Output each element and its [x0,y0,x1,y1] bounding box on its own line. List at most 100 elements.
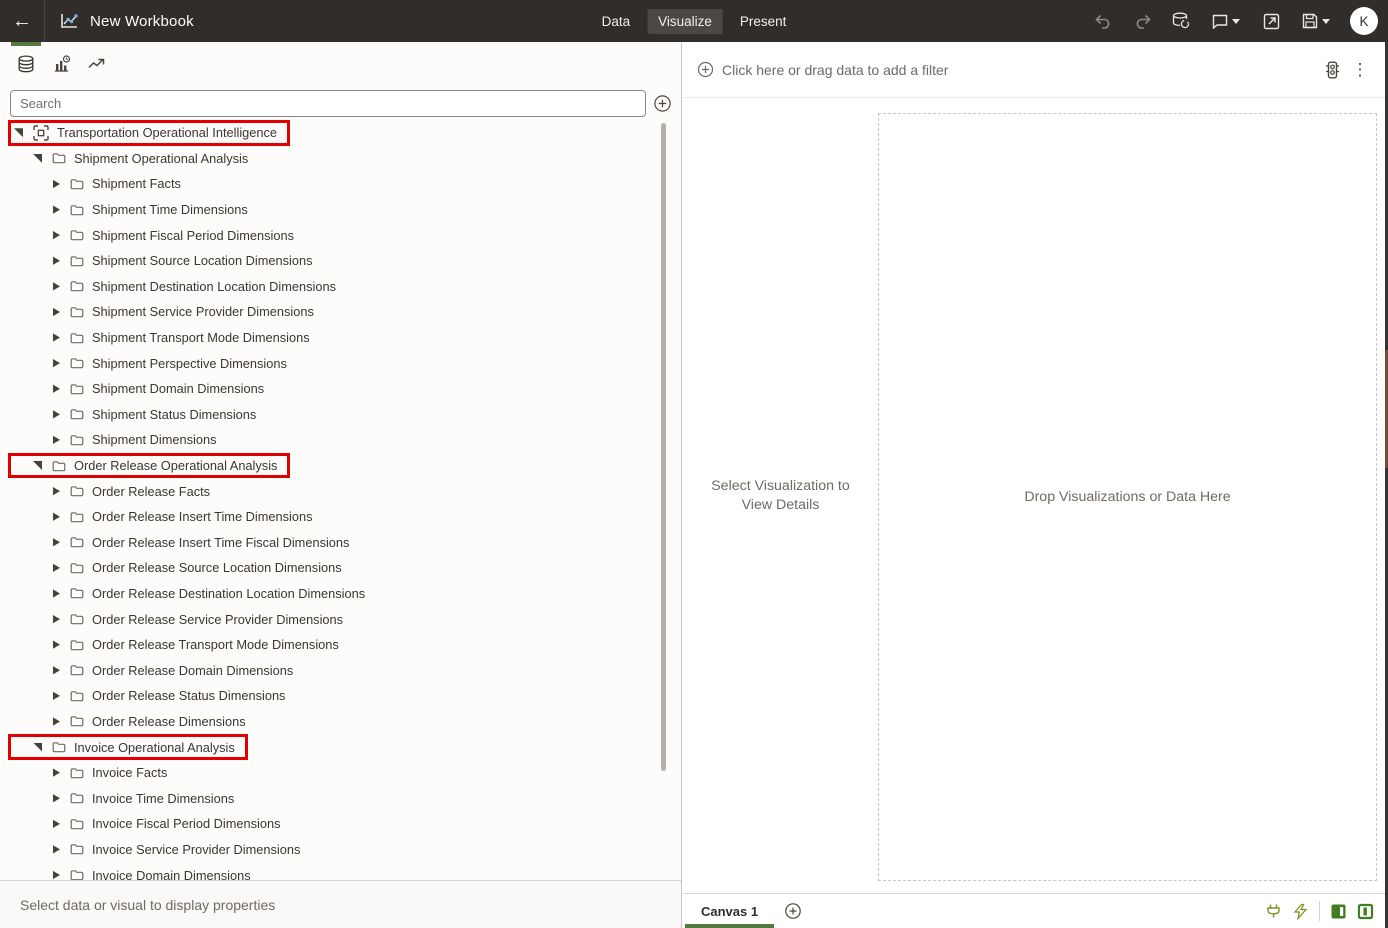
tree-row[interactable]: Order Release Dimensions [0,709,681,735]
auto-apply-bolt-icon[interactable] [1292,903,1309,920]
add-filter-button[interactable]: Click here or drag data to add a filter [697,61,948,78]
expand-toggle-icon[interactable] [52,870,60,880]
expand-toggle-icon[interactable] [52,410,60,419]
filter-prompt-text: Click here or drag data to add a filter [722,61,949,78]
status-text: Select data or visual to display propert… [20,896,276,913]
redo-icon[interactable] [1127,6,1157,36]
tree-row[interactable]: Order Release Source Location Dimensions [0,555,681,581]
tab-data-elements[interactable] [10,42,42,86]
tree-row[interactable]: Shipment Domain Dimensions [0,376,681,402]
toggle-grid-view-icon[interactable] [1330,903,1347,920]
expand-toggle-icon[interactable] [52,563,60,573]
tab-analytics[interactable] [80,42,112,86]
expand-toggle-icon[interactable] [14,128,23,138]
expand-toggle-icon[interactable] [52,256,60,265]
tree-row[interactable]: Order Release Operational Analysis [0,452,681,479]
expand-toggle-icon[interactable] [52,359,60,368]
data-plug-icon[interactable] [1265,903,1282,920]
expand-toggle-icon[interactable] [52,435,60,445]
tree-row[interactable]: Invoice Facts [0,760,681,786]
expand-toggle-icon[interactable] [52,512,60,521]
search-input[interactable] [10,89,646,117]
folder-icon [70,869,84,880]
tree-row[interactable]: Order Release Service Provider Dimension… [0,606,681,632]
expand-toggle-icon[interactable] [52,538,60,547]
expand-toggle-icon[interactable] [52,691,60,700]
expand-toggle-icon[interactable] [52,614,60,624]
tree-row[interactable]: Shipment Transport Mode Dimensions [0,325,681,351]
tree-row[interactable]: Order Release Transport Mode Dimensions [0,632,681,658]
expand-toggle-icon[interactable] [33,153,42,163]
add-data-button[interactable] [653,94,672,113]
back-button[interactable]: ← [0,0,44,42]
tree-row[interactable]: Order Release Insert Time Dimensions [0,504,681,530]
expand-toggle-icon[interactable] [52,845,60,854]
tree-row[interactable]: Shipment Fiscal Period Dimensions [0,222,681,248]
tree-item-label: Order Release Dimensions [92,713,246,729]
tree-row[interactable]: Invoice Time Dimensions [0,785,681,811]
tree-item-label: Order Release Status Dimensions [92,688,286,704]
canvas-tab[interactable]: Canvas 1 [685,894,775,928]
expand-toggle-icon[interactable] [33,461,42,471]
tree-row[interactable]: Shipment Status Dimensions [0,402,681,428]
save-menu[interactable] [1295,6,1337,36]
tab-present[interactable]: Present [729,9,798,34]
tree-row[interactable]: Shipment Time Dimensions [0,197,681,223]
tree-row[interactable]: Invoice Operational Analysis [0,734,681,760]
expand-toggle-icon[interactable] [52,179,60,189]
tree-row[interactable]: Shipment Destination Location Dimensions [0,274,681,300]
tree-row[interactable]: Invoice Domain Dimensions [0,862,681,880]
expand-toggle-icon[interactable] [52,486,60,496]
tree-row[interactable]: Invoice Service Provider Dimensions [0,837,681,863]
comments-menu[interactable] [1205,6,1247,36]
expand-toggle-icon[interactable] [52,640,60,649]
panel-scrollbar[interactable] [661,123,666,771]
filter-controls-icon[interactable] [1318,56,1346,84]
tab-visualize[interactable]: Visualize [647,8,723,34]
top-bar: ← New Workbook Data Visualize Present K [0,0,1388,42]
expand-toggle-icon[interactable] [52,768,60,777]
tree-row[interactable]: Order Release Facts [0,478,681,504]
data-tree: Transportation Operational Intelligence … [0,120,681,880]
expand-toggle-icon[interactable] [52,666,60,675]
undo-icon[interactable] [1088,6,1118,36]
tree-row[interactable]: Shipment Facts [0,171,681,197]
expand-toggle-icon[interactable] [33,742,42,752]
folder-icon [70,434,84,446]
tree-row[interactable]: Shipment Dimensions [0,427,681,453]
filter-bar-menu-icon[interactable]: ⋮ [1346,56,1374,84]
expand-toggle-icon[interactable] [52,333,60,342]
tree-row[interactable]: Invoice Fiscal Period Dimensions [0,811,681,837]
folder-icon [70,843,84,855]
canvas-bar: Canvas 1 [683,893,1388,928]
tab-data[interactable]: Data [591,9,642,34]
tree-row[interactable]: Shipment Source Location Dimensions [0,248,681,274]
tree-row[interactable]: Transportation Operational Intelligence [0,120,681,146]
expand-toggle-icon[interactable] [52,231,60,240]
properties-status-bar: Select data or visual to display propert… [0,880,681,928]
tree-row[interactable]: Shipment Perspective Dimensions [0,350,681,376]
tab-visualizations[interactable] [45,42,77,86]
expand-toggle-icon[interactable] [52,384,60,393]
expand-toggle-icon[interactable] [52,794,60,803]
tree-item-label: Shipment Fiscal Period Dimensions [92,227,294,243]
folder-icon [52,460,66,472]
tree-row[interactable]: Shipment Operational Analysis [0,146,681,172]
add-canvas-button[interactable] [784,902,802,920]
user-avatar[interactable]: K [1350,7,1378,35]
expand-toggle-icon[interactable] [52,589,60,598]
export-icon[interactable] [1256,6,1286,36]
refresh-data-icon[interactable] [1166,6,1196,36]
expand-toggle-icon[interactable] [52,282,60,291]
tree-row[interactable]: Order Release Status Dimensions [0,683,681,709]
tree-row[interactable]: Shipment Service Provider Dimensions [0,299,681,325]
tree-row[interactable]: Order Release Domain Dimensions [0,657,681,683]
tree-row[interactable]: Order Release Destination Location Dimen… [0,581,681,607]
toggle-panel-view-icon[interactable] [1357,903,1374,920]
expand-toggle-icon[interactable] [52,205,60,214]
drop-zone[interactable]: Drop Visualizations or Data Here [878,113,1377,881]
expand-toggle-icon[interactable] [52,717,60,726]
tree-row[interactable]: Order Release Insert Time Fiscal Dimensi… [0,530,681,556]
expand-toggle-icon[interactable] [52,307,60,317]
expand-toggle-icon[interactable] [52,819,60,828]
